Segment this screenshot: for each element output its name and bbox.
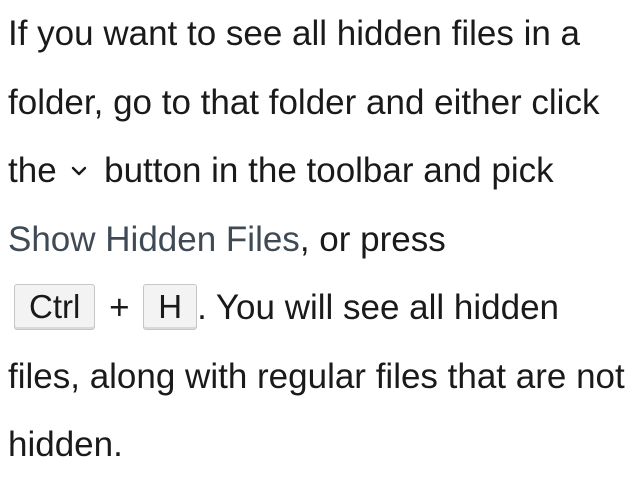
key-plus-sign: + <box>109 288 130 327</box>
help-paragraph: If you want to see all hidden files in a… <box>8 0 640 480</box>
chevron-down-icon <box>68 159 90 181</box>
text-segment-result: . You will see all hidden files, along w… <box>8 288 625 464</box>
help-document: If you want to see all hidden files in a… <box>8 0 640 480</box>
text-segment-toolbar: button in the toolbar and pick <box>104 151 554 190</box>
menu-item-show-hidden-files: Show Hidden Files <box>8 219 300 259</box>
text-segment-or-press: , or press <box>299 219 446 259</box>
key-ctrl: Ctrl <box>14 283 96 330</box>
key-h: H <box>143 283 198 330</box>
